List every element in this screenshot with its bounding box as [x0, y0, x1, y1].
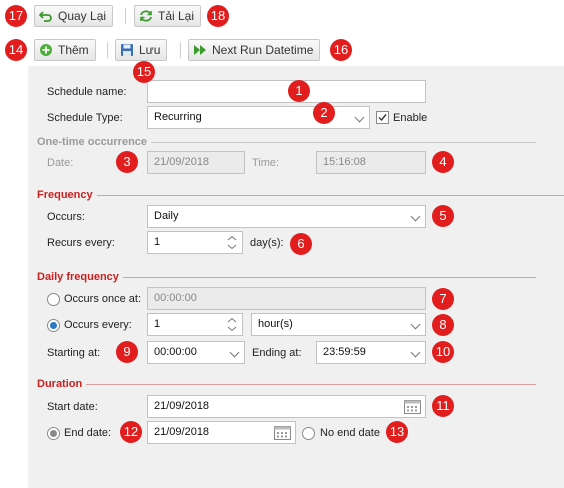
duration-title: Duration	[37, 378, 87, 390]
annotation-badge: 11	[432, 395, 454, 417]
next-run-datetime-label: Next Run Datetime	[212, 43, 314, 57]
time-input[interactable]: 15:16:08	[316, 151, 426, 174]
ending-at-value: 23:59:59	[323, 346, 366, 358]
toolbar-divider	[125, 8, 126, 24]
spinner-arrows-icon[interactable]	[227, 235, 237, 250]
calendar-icon[interactable]	[404, 399, 421, 414]
reload-button[interactable]: Tải Lại	[134, 5, 202, 27]
annotation-badge: 8	[432, 314, 454, 336]
occurs-once-time-input[interactable]: 00:00:00	[147, 287, 426, 310]
annotation-badge: 5	[432, 205, 454, 227]
daily-frequency-title: Daily frequency	[37, 271, 123, 283]
back-button-label: Quay Lại	[58, 9, 107, 23]
schedule-name-input[interactable]	[147, 80, 426, 103]
starting-at-value: 00:00:00	[154, 346, 197, 358]
annotation-badge: 16	[330, 39, 352, 61]
calendar-icon[interactable]	[274, 425, 291, 440]
chevron-down-icon	[354, 112, 365, 123]
spinner-arrows-icon[interactable]	[227, 317, 237, 332]
annotation-badge: 12	[120, 421, 142, 443]
start-date-label: Start date:	[47, 401, 98, 413]
time-label: Time:	[252, 157, 280, 169]
annotation-badge: 1	[288, 80, 310, 102]
occurs-every-value: 1	[154, 318, 161, 330]
annotation-badge: 6	[290, 233, 312, 255]
end-date-radio[interactable]	[47, 427, 60, 440]
back-button[interactable]: Quay Lại	[34, 5, 114, 27]
annotation-badge: 2	[313, 102, 335, 124]
chevron-down-icon	[410, 319, 421, 330]
section-divider	[120, 277, 536, 278]
ending-at-select[interactable]: 23:59:59	[316, 341, 426, 364]
save-button-label: Lưu	[139, 43, 161, 57]
no-end-date-radio[interactable]	[302, 427, 315, 440]
occurs-once-label: Occurs once at:	[64, 293, 142, 305]
annotation-badge: 13	[386, 421, 408, 443]
end-date-input[interactable]: 21/09/2018	[147, 421, 296, 444]
occurs-every-radio[interactable]	[47, 319, 60, 332]
annotation-badge: 10	[432, 341, 454, 363]
occurs-every-label: Occurs every:	[64, 319, 132, 331]
annotation-badge: 17	[5, 5, 27, 27]
checkmark-icon	[378, 114, 387, 122]
schedule-name-label: Schedule name:	[47, 86, 127, 98]
recurs-every-label: Recurs every:	[47, 237, 115, 249]
recurs-every-value: 1	[154, 236, 161, 248]
chevron-down-icon	[410, 347, 421, 358]
starting-at-label: Starting at:	[47, 347, 101, 359]
plus-circle-icon	[39, 43, 53, 57]
enable-checkbox[interactable]	[376, 111, 389, 124]
chevron-down-icon	[229, 347, 240, 358]
fast-forward-icon	[193, 43, 207, 57]
occurs-select[interactable]: Daily	[147, 205, 426, 228]
section-divider	[85, 384, 536, 385]
enable-label: Enable	[393, 112, 428, 124]
schedule-type-label: Schedule Type:	[47, 112, 123, 124]
reload-button-label: Tải Lại	[158, 9, 195, 23]
annotation-badge: 9	[116, 341, 138, 363]
back-arrow-icon	[38, 9, 53, 23]
annotation-badge: 18	[207, 5, 229, 27]
frequency-title: Frequency	[37, 189, 97, 201]
next-run-datetime-button[interactable]: Next Run Datetime	[188, 39, 321, 61]
section-divider	[150, 142, 536, 143]
start-date-value: 21/09/2018	[154, 400, 210, 412]
date-input[interactable]: 21/09/2018	[147, 151, 245, 174]
floppy-disk-icon	[120, 43, 134, 57]
occurs-every-stepper[interactable]: 1	[147, 313, 243, 336]
annotation-badge: 7	[432, 288, 454, 310]
toolbar-divider	[180, 42, 181, 58]
recurs-every-stepper[interactable]: 1	[147, 231, 243, 254]
chevron-down-icon	[410, 211, 421, 222]
annotation-badge: 14	[5, 39, 27, 61]
end-date-label: End date:	[64, 427, 112, 439]
add-button[interactable]: Thêm	[34, 39, 96, 61]
add-button-label: Thêm	[58, 43, 89, 57]
occurs-value: Daily	[154, 210, 179, 222]
schedule-type-select[interactable]: Recurring	[147, 106, 370, 129]
toolbar-divider	[107, 42, 108, 58]
occurs-every-unit-select[interactable]: hour(s)	[251, 313, 426, 336]
start-date-input[interactable]: 21/09/2018	[147, 395, 426, 418]
occurs-once-radio[interactable]	[47, 293, 60, 306]
occurs-every-unit-value: hour(s)	[258, 318, 293, 330]
ending-at-label: Ending at:	[252, 347, 302, 359]
save-button[interactable]: Lưu	[115, 39, 168, 61]
date-label: Date:	[47, 157, 74, 169]
annotation-badge: 15	[133, 61, 155, 83]
section-divider	[95, 195, 564, 196]
recurs-unit-label: day(s):	[250, 237, 284, 249]
end-date-value: 21/09/2018	[154, 426, 210, 438]
schedule-type-value: Recurring	[154, 111, 202, 123]
annotation-badge: 4	[432, 151, 454, 173]
no-end-date-label: No end date	[320, 427, 380, 439]
one-time-occurrence-title: One-time occurrence	[37, 136, 152, 148]
starting-at-select[interactable]: 00:00:00	[147, 341, 245, 364]
refresh-icon	[139, 9, 153, 23]
annotation-badge: 3	[116, 151, 138, 173]
occurs-label: Occurs:	[47, 211, 85, 223]
